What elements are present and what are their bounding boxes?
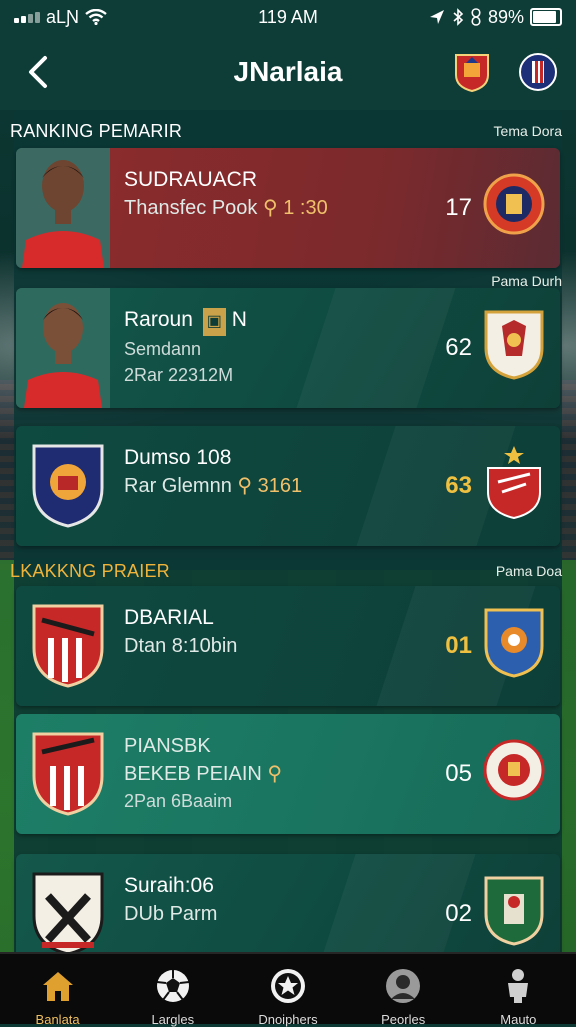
club-crest-icon [32,604,104,688]
club-crest-icon [487,446,541,520]
ranking-card[interactable]: DBARIAL Dtan 8:10bin 01 [16,586,560,706]
section-meta[interactable]: Pama Durh [491,273,562,289]
club-crest-icon [483,173,545,235]
card-title: Raroun [124,308,193,331]
card-subtitle: Thansfec Pook [124,197,258,219]
club-crest-icon [484,310,544,380]
top-app-bar: JNarlaia [0,34,576,110]
club-crest-icon [32,444,104,528]
player-photo [16,148,110,268]
club-crest-icon [483,739,545,801]
battery-icon [530,8,562,26]
section-header: RANKING PEMARIR Tema Dora [10,116,562,146]
section-meta[interactable]: Pama Doa [496,563,562,579]
rank-score: 02 [445,900,472,927]
card-stat: 3161 [257,475,303,497]
trophy-icon [508,969,529,1003]
bottom-tab-bar: Banlata Largles Dnoiphers Peorles Mauto [0,952,576,1027]
clock: 119 AM [258,6,318,27]
card-subtitle: Rar Glemnn [124,475,232,497]
badge-icon: ▣ [202,308,226,336]
player-avatar-icon [16,148,110,268]
club-crest-icon[interactable] [518,51,558,93]
club-crest-icon [32,732,104,816]
rank-score: 05 [445,760,472,787]
tab-more[interactable]: Mauto [463,954,573,1027]
rank-score: 17 [445,194,472,221]
ranking-card[interactable]: Raroun ▣ N Semdann 2Rar 22312M 62 [16,288,560,408]
rank-score: 63 [445,472,472,499]
ranking-list: RANKING PEMARIR Tema Dora SUDRAUACR Than… [0,110,576,954]
card-title: PIANSBK [124,735,211,757]
ranking-card[interactable]: SUDRAUACR Thansfec Pook ⚲ 1 :30 17 [16,148,560,268]
card-title-badge: N [231,308,247,331]
card-title: SUDRAUACR [124,168,258,191]
rank-score: 62 [445,334,472,361]
card-subtitle: BEKEB PEIAIN [124,763,262,785]
card-stat: 1 :30 [283,197,328,219]
ranking-card[interactable]: PIANSBK BEKEB PEIAIN ⚲ 2Pan 6Baaim 05 [16,714,560,834]
card-subtitle: DUb Parm [124,903,218,925]
chevron-left-icon [29,56,47,88]
star-badge-icon [270,969,305,1003]
tab-label: Dnoiphers [258,1012,318,1027]
player-photo [16,288,110,408]
coin-icon: ⚲ [267,763,283,785]
club-crest-icon[interactable] [452,51,492,93]
tab-leagues[interactable]: Largles [118,954,228,1027]
ball-icon [156,970,189,1002]
tab-label: Mauto [500,1012,537,1027]
section-title: LKAKKNG PRAIER [10,560,170,581]
card-subtitle: Semdann [124,339,202,359]
card-title: Dumso 108 [124,446,232,469]
tab-label: Banlata [35,1012,80,1027]
tab-trophies[interactable]: Dnoiphers [233,954,343,1027]
card-stat: 2Rar 22312M [124,365,234,385]
back-button[interactable] [18,52,58,92]
card-subtitle: Dtan 8:10bin [124,635,238,657]
section-header: LKAKKNG PRAIER Pama Doa [10,556,562,586]
tab-label: Largles [151,1012,195,1027]
card-title: Suraih:06 [124,874,214,897]
coin-icon: ⚲ [237,475,253,497]
club-crest-icon [484,608,544,678]
ranking-card[interactable]: Suraih:06 DUb Parm 02 [16,854,560,954]
club-crest-icon [32,872,104,954]
section-title: RANKING PEMARIR [10,120,183,141]
ranking-card[interactable]: Dumso 108 Rar Glemnn ⚲ 3161 63 [16,426,560,546]
home-icon [42,972,73,1001]
club-crest-icon [484,876,544,946]
section-meta[interactable]: Tema Dora [494,123,562,139]
card-title: DBARIAL [124,606,214,629]
tab-home[interactable]: Banlata [3,954,113,1027]
status-bar: aLƝ 119 AM 89% [0,0,576,34]
tab-people[interactable]: Peorles [348,954,458,1027]
player-avatar-icon [16,288,110,408]
tab-label: Peorles [381,1012,426,1027]
card-stat: 2Pan 6Baaim [124,791,233,811]
coin-icon: ⚲ [262,197,278,219]
profile-icon [386,969,421,1003]
rank-score: 01 [445,632,472,659]
